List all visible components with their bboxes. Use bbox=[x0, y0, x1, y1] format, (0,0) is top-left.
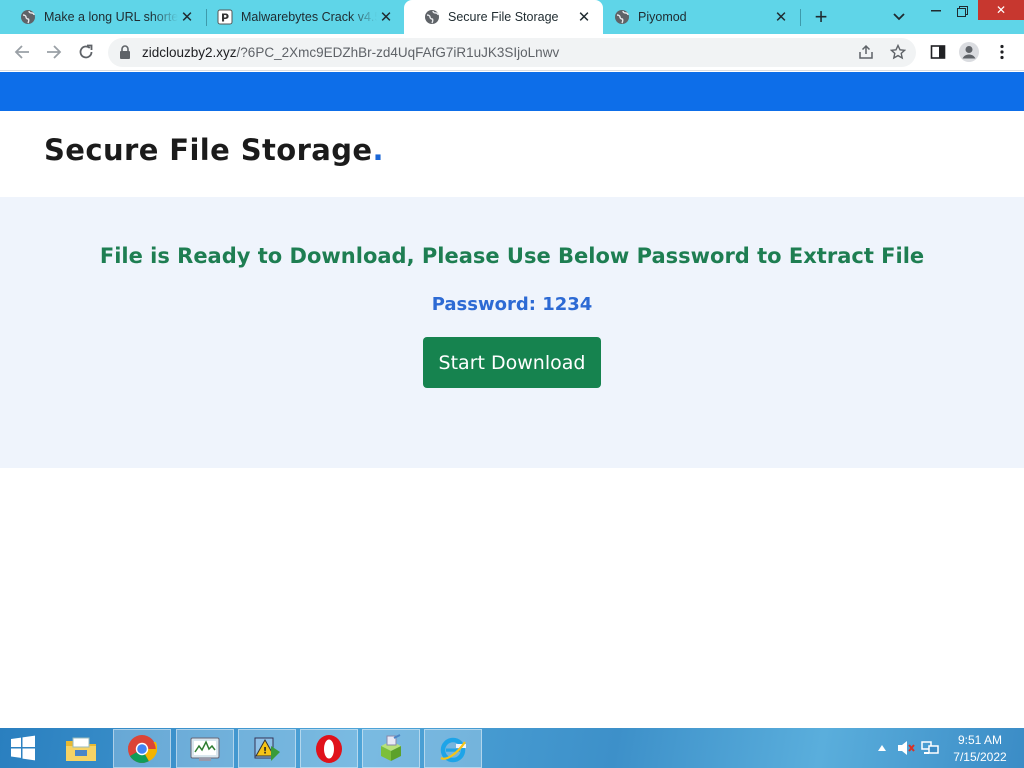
tab-piyomod[interactable]: Piyomod ✕ bbox=[594, 0, 800, 34]
chevron-down-icon[interactable] bbox=[888, 6, 910, 28]
task-manager-icon[interactable] bbox=[176, 729, 234, 768]
page-top-bar bbox=[0, 72, 1024, 111]
tab-strip: Make a long URL shorter ✕ P Malwarebytes… bbox=[0, 0, 1024, 34]
site-title[interactable]: Secure File Storage. bbox=[44, 133, 384, 167]
site-title-text: Secure File Storage bbox=[44, 133, 373, 167]
reload-icon[interactable] bbox=[72, 38, 100, 66]
window-close-button[interactable]: ✕ bbox=[978, 0, 1024, 20]
globe-icon bbox=[20, 9, 36, 25]
share-icon[interactable] bbox=[854, 40, 878, 64]
tab-title: Malwarebytes Crack v4.5 bbox=[241, 10, 377, 24]
restore-button[interactable] bbox=[946, 0, 978, 22]
tab-title: Piyomod bbox=[638, 10, 687, 24]
password-label: Password: 1234 bbox=[431, 294, 593, 315]
close-icon[interactable]: ✕ bbox=[178, 8, 196, 26]
opera-icon[interactable] bbox=[300, 729, 358, 768]
site-title-dot: . bbox=[372, 133, 384, 167]
url-text[interactable]: zidclouzby2.xyz/?6PC_2Xmc9EDZhBr-zd4UqFA… bbox=[142, 45, 559, 60]
clock-date: 7/15/2022 bbox=[953, 750, 1007, 764]
tab-url-shortener[interactable]: Make a long URL shorter ✕ bbox=[0, 0, 206, 34]
tab-secure-file-storage[interactable]: Secure File Storage ✕ bbox=[404, 0, 603, 34]
kebab-menu-icon[interactable] bbox=[990, 40, 1014, 64]
chrome-icon[interactable] bbox=[113, 729, 171, 768]
installer-icon[interactable] bbox=[362, 729, 420, 768]
close-icon[interactable]: ✕ bbox=[377, 8, 395, 26]
speaker-muted-icon[interactable] bbox=[896, 734, 916, 762]
lock-icon[interactable] bbox=[119, 45, 131, 59]
tab-title: Make a long URL shorter bbox=[44, 10, 178, 24]
system-clock[interactable]: 9:51 AM 7/15/2022 bbox=[945, 732, 1015, 766]
start-download-button[interactable]: Start Download bbox=[423, 337, 601, 388]
windows-start-icon[interactable] bbox=[6, 734, 40, 762]
url-domain: zidclouzby2.xyz bbox=[142, 45, 237, 60]
globe-icon bbox=[424, 9, 440, 25]
svg-text:!: ! bbox=[263, 746, 267, 756]
close-icon[interactable]: ✕ bbox=[575, 8, 593, 26]
tab-title: Secure File Storage bbox=[448, 10, 559, 24]
network-icon[interactable] bbox=[920, 734, 940, 762]
show-hidden-icons-icon[interactable] bbox=[876, 734, 888, 762]
tab-malwarebytes[interactable]: P Malwarebytes Crack v4.5 ✕ bbox=[197, 0, 405, 34]
ready-message: File is Ready to Download, Please Use Be… bbox=[99, 244, 925, 268]
clock-time: 9:51 AM bbox=[957, 733, 1003, 747]
tab-separator bbox=[800, 9, 801, 26]
forward-arrow-icon[interactable] bbox=[40, 38, 68, 66]
warning-shield-icon[interactable]: ! bbox=[238, 729, 296, 768]
download-section bbox=[0, 197, 1024, 468]
bookmark-star-icon[interactable] bbox=[886, 40, 910, 64]
internet-explorer-icon[interactable] bbox=[424, 729, 482, 768]
side-panel-icon[interactable] bbox=[926, 40, 950, 64]
back-arrow-icon[interactable] bbox=[8, 38, 36, 66]
profile-avatar-icon[interactable] bbox=[957, 40, 981, 64]
close-icon[interactable]: ✕ bbox=[772, 8, 790, 26]
site-icon: P bbox=[217, 9, 233, 25]
url-path: /?6PC_2Xmc9EDZhBr-zd4UqFAfG7iR1uJK3SIjoL… bbox=[236, 45, 560, 60]
svg-text:P: P bbox=[221, 12, 229, 25]
file-explorer-icon[interactable] bbox=[52, 729, 110, 768]
new-tab-button[interactable]: + bbox=[808, 4, 834, 29]
globe-icon bbox=[614, 9, 630, 25]
